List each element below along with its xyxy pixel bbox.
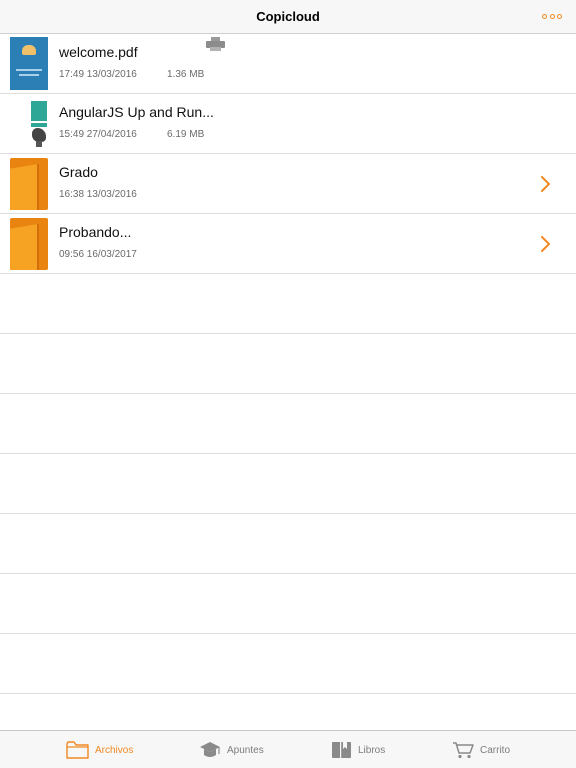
tab-libros[interactable]: Libros: [331, 731, 385, 768]
tab-apuntes[interactable]: Apuntes: [199, 731, 264, 768]
folder-icon: [10, 218, 50, 270]
book-thumbnail: [10, 97, 48, 150]
print-icon: [206, 37, 225, 51]
folder-row-probando[interactable]: Probando... 09:56 16/03/2017: [0, 214, 576, 274]
folder-date: 09:56 16/03/2017: [59, 249, 137, 260]
tab-carrito[interactable]: Carrito: [452, 731, 510, 768]
file-date: 17:49 13/03/2016: [59, 69, 137, 80]
tab-label: Libros: [358, 744, 386, 756]
file-row-welcome[interactable]: welcome.pdf 17:49 13/03/2016 1.36 MB: [0, 34, 576, 94]
empty-row: [0, 334, 576, 394]
file-row-angularjs[interactable]: AngularJS Up and Run... 15:49 27/04/2016…: [0, 94, 576, 154]
book-icon: [332, 742, 351, 758]
file-size: 6.19 MB: [167, 129, 205, 140]
folder-icon: [10, 158, 50, 210]
folder-row-grado[interactable]: Grado 16:38 13/03/2016: [0, 154, 576, 214]
empty-row: [0, 274, 576, 334]
file-list: welcome.pdf 17:49 13/03/2016 1.36 MB Ang…: [0, 34, 576, 730]
cart-icon: [453, 742, 474, 759]
file-name: welcome.pdf: [59, 44, 138, 60]
empty-row: [0, 694, 576, 730]
file-size: 1.36 MB: [167, 69, 205, 80]
page-title: Copicloud: [256, 9, 320, 24]
folder-outline-icon: [66, 741, 89, 759]
empty-row: [0, 634, 576, 694]
graduation-cap-icon: [200, 742, 220, 757]
file-name: AngularJS Up and Run...: [59, 104, 214, 120]
empty-row: [0, 394, 576, 454]
tab-label: Carrito: [480, 744, 511, 756]
chevron-right-icon[interactable]: [538, 236, 552, 252]
navigation-bar: Copicloud: [0, 0, 576, 34]
empty-row: [0, 454, 576, 514]
file-date: 15:49 27/04/2016: [59, 129, 137, 140]
folder-name: Grado: [59, 164, 98, 180]
empty-row: [0, 574, 576, 634]
tab-label: Apuntes: [227, 744, 264, 756]
tab-label: Archivos: [95, 744, 134, 756]
more-icon[interactable]: [542, 11, 562, 21]
tab-archivos[interactable]: Archivos: [66, 731, 133, 768]
tab-bar: Archivos Apuntes Libros Carrito: [0, 730, 576, 768]
chevron-right-icon[interactable]: [538, 176, 552, 192]
folder-date: 16:38 13/03/2016: [59, 189, 137, 200]
pdf-thumbnail: [10, 37, 48, 90]
folder-name: Probando...: [59, 224, 132, 240]
empty-row: [0, 514, 576, 574]
